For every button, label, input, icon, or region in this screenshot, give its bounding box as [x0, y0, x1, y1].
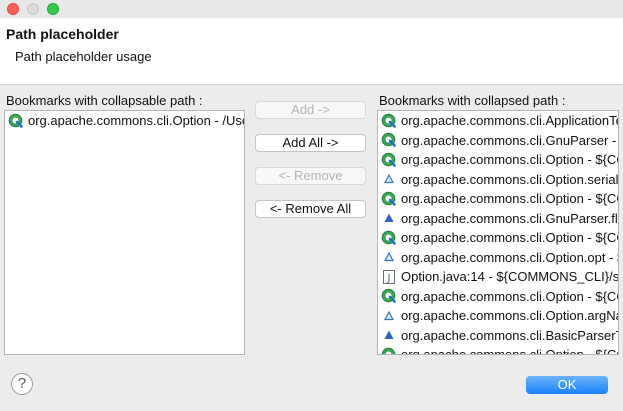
list-item-label: org.apache.commons.cli.Option.opt - ${C — [401, 249, 619, 265]
list-item-label: org.apache.commons.cli.Option - ${COMI — [401, 152, 619, 167]
list-item[interactable]: org.apache.commons.cli.GnuParser - ${C — [378, 131, 618, 151]
collapsable-path-label: Bookmarks with collapsable path : — [6, 93, 203, 108]
remove-all-button[interactable]: <- Remove All — [255, 200, 366, 218]
green-q-icon — [381, 230, 397, 246]
list-item[interactable]: org.apache.commons.cli.Option - ${COMI — [378, 345, 619, 355]
list-item-label: org.apache.commons.cli.Option - /Users/ — [28, 113, 245, 128]
list-item-label: org.apache.commons.cli.Option - ${COMI — [401, 230, 619, 245]
remove-button[interactable]: <- Remove — [255, 167, 366, 185]
list-item[interactable]: org.apache.commons.cli.Option - ${COMI — [378, 287, 618, 307]
list-item-label: org.apache.commons.cli.BasicParserTest. — [401, 327, 619, 343]
collapsable-bookmarks-list[interactable]: org.apache.commons.cli.Option - /Users/ — [4, 110, 245, 355]
list-item-label: org.apache.commons.cli.Option.serialVers — [401, 171, 619, 187]
dialog-header: Path placeholder Path placeholder usage — [0, 18, 623, 85]
green-q-icon — [381, 288, 397, 304]
list-item[interactable]: org.apache.commons.cli.Option.argName — [378, 306, 618, 326]
window-titlebar — [0, 0, 623, 18]
green-q-icon — [381, 191, 397, 207]
field-triangle-outline-icon — [381, 308, 397, 324]
field-triangle-filled-icon — [381, 210, 397, 226]
list-item[interactable]: org.apache.commons.cli.Option - /Users/ — [5, 111, 244, 131]
dialog-title: Path placeholder — [6, 26, 119, 42]
list-item[interactable]: org.apache.commons.cli.GnuParser.flatter — [378, 209, 618, 229]
list-item[interactable]: org.apache.commons.cli.Option - ${COMI — [378, 189, 618, 209]
list-item[interactable]: org.apache.commons.cli.Option.opt - ${C — [378, 248, 618, 268]
java-file-icon: J — [381, 269, 397, 285]
add-button[interactable]: Add -> — [255, 101, 366, 119]
field-triangle-outline-icon — [381, 171, 397, 187]
list-item-label: org.apache.commons.cli.Option - ${COMI — [401, 347, 619, 355]
add-all-button[interactable]: Add All -> — [255, 134, 366, 152]
green-q-icon — [381, 132, 397, 148]
list-item[interactable]: org.apache.commons.cli.ApplicationTest - — [378, 111, 618, 131]
list-item-label: org.apache.commons.cli.Option - ${COMI — [401, 288, 619, 304]
maximize-window-button[interactable] — [47, 3, 59, 15]
field-triangle-outline-icon — [381, 249, 397, 265]
green-q-icon — [381, 347, 397, 354]
collapsed-bookmarks-list[interactable]: org.apache.commons.cli.ApplicationTest -… — [377, 110, 619, 355]
field-triangle-filled-icon — [381, 327, 397, 343]
close-window-button[interactable] — [7, 3, 19, 15]
green-q-icon — [381, 113, 397, 129]
green-q-icon — [381, 152, 397, 168]
dialog-description: Path placeholder usage — [15, 49, 152, 64]
ok-button[interactable]: OK — [526, 376, 608, 394]
minimize-window-button[interactable] — [27, 3, 39, 15]
list-item[interactable]: org.apache.commons.cli.Option - ${COMI — [378, 150, 618, 170]
list-item-label: org.apache.commons.cli.Option - ${COMI — [401, 191, 619, 206]
list-item[interactable]: org.apache.commons.cli.BasicParserTest. — [378, 326, 618, 346]
list-item-label: org.apache.commons.cli.ApplicationTest - — [401, 113, 619, 128]
list-item-label: Option.java:14 - ${COMMONS_CLI}/src/m — [401, 269, 619, 284]
list-item-label: org.apache.commons.cli.GnuParser - ${C — [401, 132, 619, 148]
list-item[interactable]: org.apache.commons.cli.Option.serialVers — [378, 170, 618, 190]
list-item-label: org.apache.commons.cli.Option.argName — [401, 308, 619, 323]
green-q-icon — [8, 113, 24, 129]
help-button[interactable]: ? — [11, 373, 33, 395]
collapsed-path-label: Bookmarks with collapsed path : — [379, 93, 566, 108]
list-item[interactable]: org.apache.commons.cli.Option - ${COMI — [378, 228, 618, 248]
svg-text:J: J — [387, 273, 391, 284]
list-item-label: org.apache.commons.cli.GnuParser.flatter — [401, 210, 618, 226]
list-item[interactable]: J Option.java:14 - ${COMMONS_CLI}/src/m — [378, 267, 618, 287]
